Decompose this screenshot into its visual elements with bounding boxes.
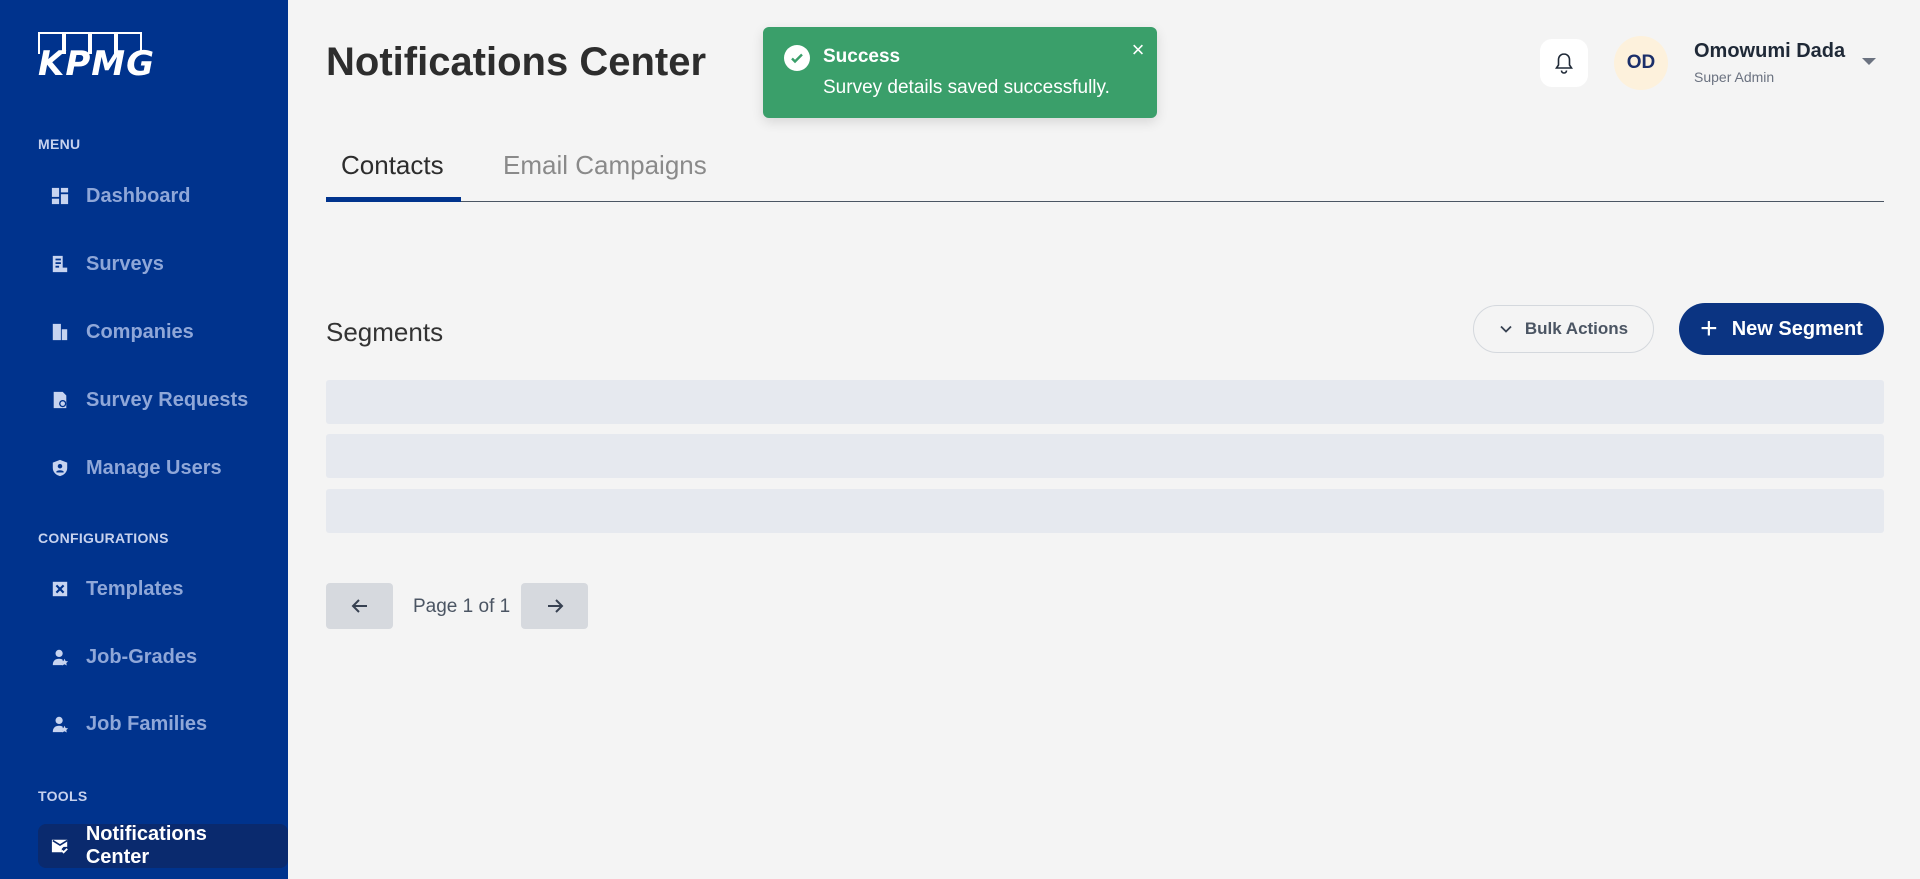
sidebar-item-survey-requests[interactable]: Survey Requests: [38, 378, 262, 422]
loading-row-skeleton: [326, 434, 1884, 478]
avatar[interactable]: OD: [1614, 36, 1668, 90]
sidebar-item-dashboard[interactable]: Dashboard: [38, 174, 204, 218]
chevron-down-icon[interactable]: [1862, 58, 1876, 65]
sidebar-item-label: Survey Requests: [86, 388, 249, 411]
segments-title: Segments: [326, 317, 444, 347]
sidebar-item-label: Job Families: [86, 712, 208, 735]
sidebar-item-templates[interactable]: Templates: [38, 567, 197, 611]
loading-row-skeleton: [326, 380, 1884, 424]
sidebar-item-job-grades[interactable]: Job-Grades: [38, 635, 211, 679]
sidebar-item-manage-users[interactable]: Manage Users: [38, 446, 236, 490]
previous-page-button[interactable]: [326, 583, 393, 629]
new-segment-label: New Segment: [1731, 317, 1863, 340]
kpmg-logo[interactable]: KPMG: [38, 30, 154, 84]
notifications-button[interactable]: [1540, 39, 1588, 87]
success-toast: Success Survey details saved successfull…: [763, 27, 1157, 118]
sidebar-item-surveys[interactable]: Surveys: [38, 242, 178, 286]
mail-check-icon: [50, 836, 70, 856]
sidebar-item-companies[interactable]: Companies: [38, 310, 208, 354]
building-icon: [50, 322, 70, 342]
loading-row-skeleton: [326, 489, 1884, 533]
close-icon[interactable]: ×: [1127, 39, 1149, 61]
tab-contacts[interactable]: Contacts: [326, 150, 459, 202]
sidebar: KPMG MENU Dashboard Surveys Companies Su…: [0, 0, 288, 879]
plus-icon: +: [1700, 312, 1718, 345]
bulk-actions-button[interactable]: Bulk Actions: [1473, 305, 1654, 353]
check-circle-icon: [784, 45, 810, 71]
tab-bar: Contacts Email Campaigns: [326, 140, 1884, 202]
user-role: Super Admin: [1694, 69, 1775, 85]
page-title: Notifications Center: [326, 40, 707, 84]
dashboard-icon: [50, 186, 70, 206]
sidebar-item-job-families[interactable]: Job Families: [38, 702, 221, 746]
logo-text: KPMG: [38, 44, 156, 84]
user-star-icon: [50, 714, 70, 734]
survey-document-icon: [50, 254, 70, 274]
sidebar-item-label: Companies: [86, 320, 194, 343]
chevron-down-icon: [1500, 325, 1512, 333]
sidebar-item-label: Templates: [86, 577, 184, 600]
section-label-menu: MENU: [38, 136, 81, 152]
page-indicator: Page 1 of 1: [413, 596, 511, 617]
toast-title: Success: [823, 46, 901, 67]
arrow-right-icon: [547, 599, 563, 613]
tab-email-campaigns[interactable]: Email Campaigns: [488, 150, 722, 202]
toast-message: Survey details saved successfully.: [823, 77, 1110, 98]
next-page-button[interactable]: [521, 583, 588, 629]
sidebar-item-label: Job-Grades: [86, 645, 198, 668]
sidebar-item-label: Notifications Center: [85, 823, 207, 868]
spreadsheet-icon: [50, 579, 70, 599]
user-name[interactable]: Omowumi Dada: [1694, 40, 1845, 63]
user-star-icon: [50, 647, 70, 667]
section-label-tools: TOOLS: [38, 788, 88, 804]
section-label-configurations: CONFIGURATIONS: [38, 530, 169, 546]
sidebar-item-label: Dashboard: [86, 184, 191, 207]
bulk-actions-label: Bulk Actions: [1524, 319, 1629, 338]
new-segment-button[interactable]: + New Segment: [1679, 303, 1884, 355]
active-tab-indicator: [326, 197, 461, 202]
shield-user-icon: [50, 458, 70, 478]
sidebar-item-label: Manage Users: [86, 456, 222, 479]
sidebar-item-notifications-center[interactable]: Notifications Center: [38, 823, 288, 868]
arrow-left-icon: [351, 599, 367, 613]
bell-icon: [1555, 53, 1573, 74]
sidebar-item-label: Surveys: [86, 252, 164, 275]
document-request-icon: [50, 390, 70, 410]
